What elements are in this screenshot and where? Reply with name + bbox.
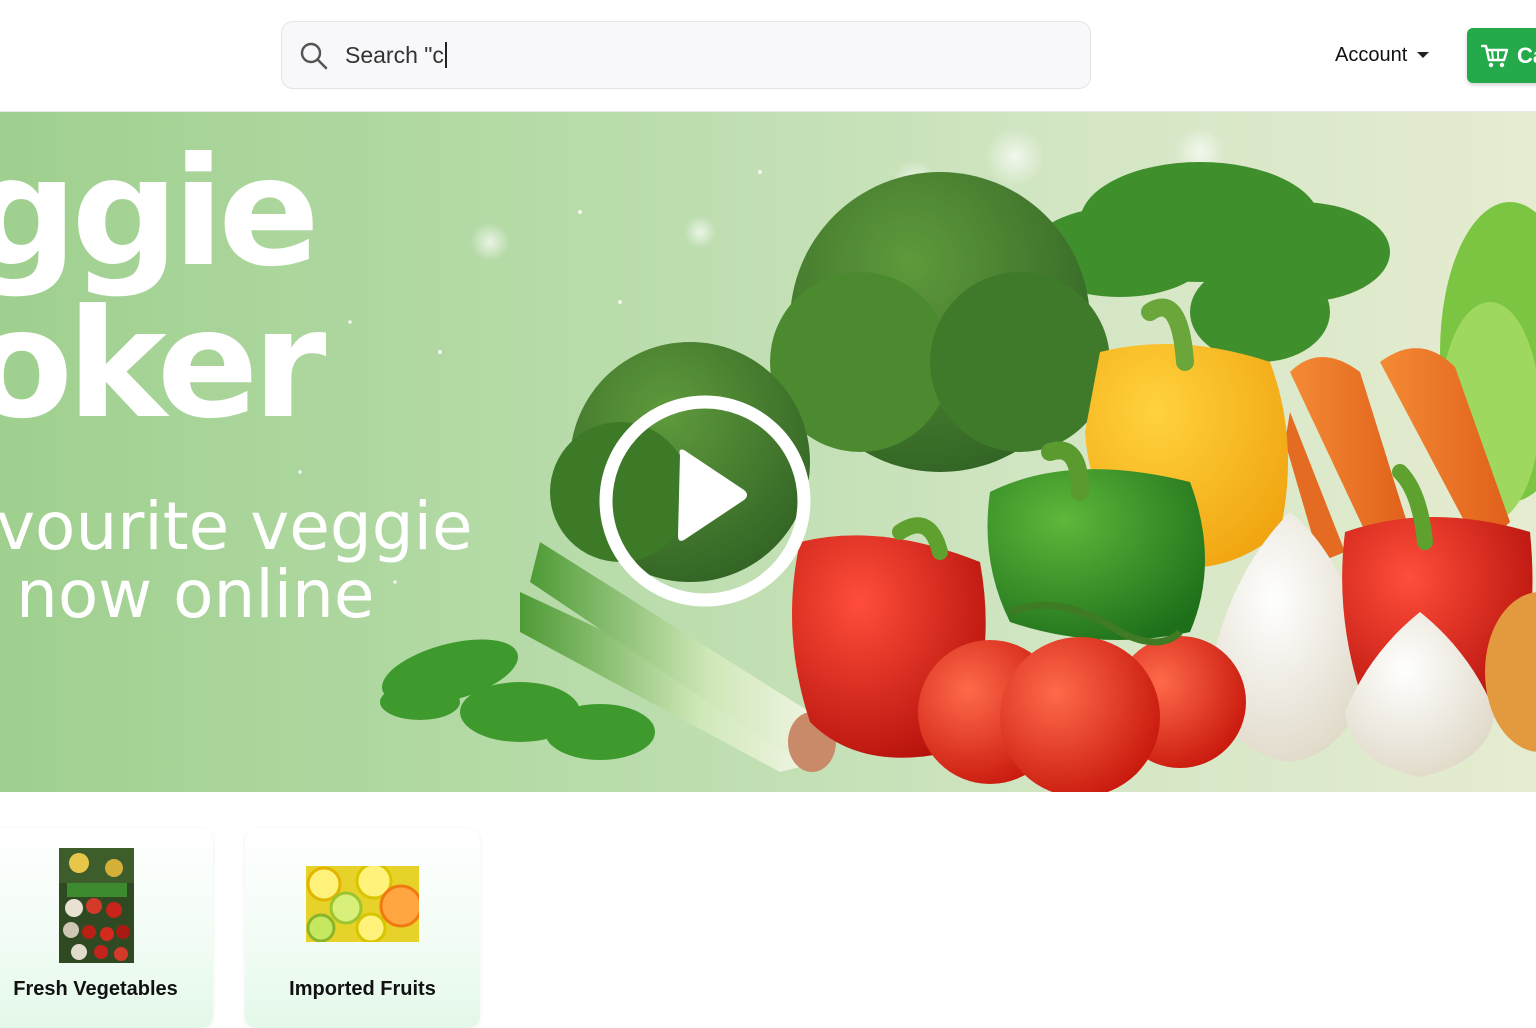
text-cursor — [445, 42, 447, 68]
banner-title-line1: ggie — [0, 126, 320, 300]
search-input[interactable] — [345, 37, 1045, 73]
top-header: Account Ca — [0, 0, 1536, 112]
category-label: Imported Fruits — [289, 978, 436, 1000]
banner-subtitle-line2: now online — [16, 556, 375, 633]
category-card-fresh-vegetables[interactable]: Fresh Vegetables — [0, 828, 213, 1028]
caret-down-icon — [1417, 52, 1430, 58]
category-card-imported-fruits[interactable]: Imported Fruits — [245, 828, 480, 1028]
hero-banner: ggie oker vourite veggie now online — [0, 112, 1536, 792]
citrus-fruits-image — [306, 866, 419, 942]
category-section: Fresh Vegetables Imported Fruits — [0, 792, 1536, 1028]
banner-title-line2: oker — [0, 278, 326, 452]
cart-icon — [1481, 44, 1509, 67]
account-label: Account — [1335, 43, 1408, 66]
cart-label: Ca — [1517, 42, 1536, 68]
search-icon — [300, 42, 328, 70]
vegetables-image — [59, 848, 134, 963]
play-video-icon[interactable] — [598, 382, 812, 620]
banner-subtitle-line1: vourite veggie — [0, 488, 473, 565]
cart-button[interactable]: Ca — [1467, 28, 1536, 83]
account-menu[interactable]: Account — [1335, 40, 1430, 70]
category-label: Fresh Vegetables — [13, 978, 178, 1000]
